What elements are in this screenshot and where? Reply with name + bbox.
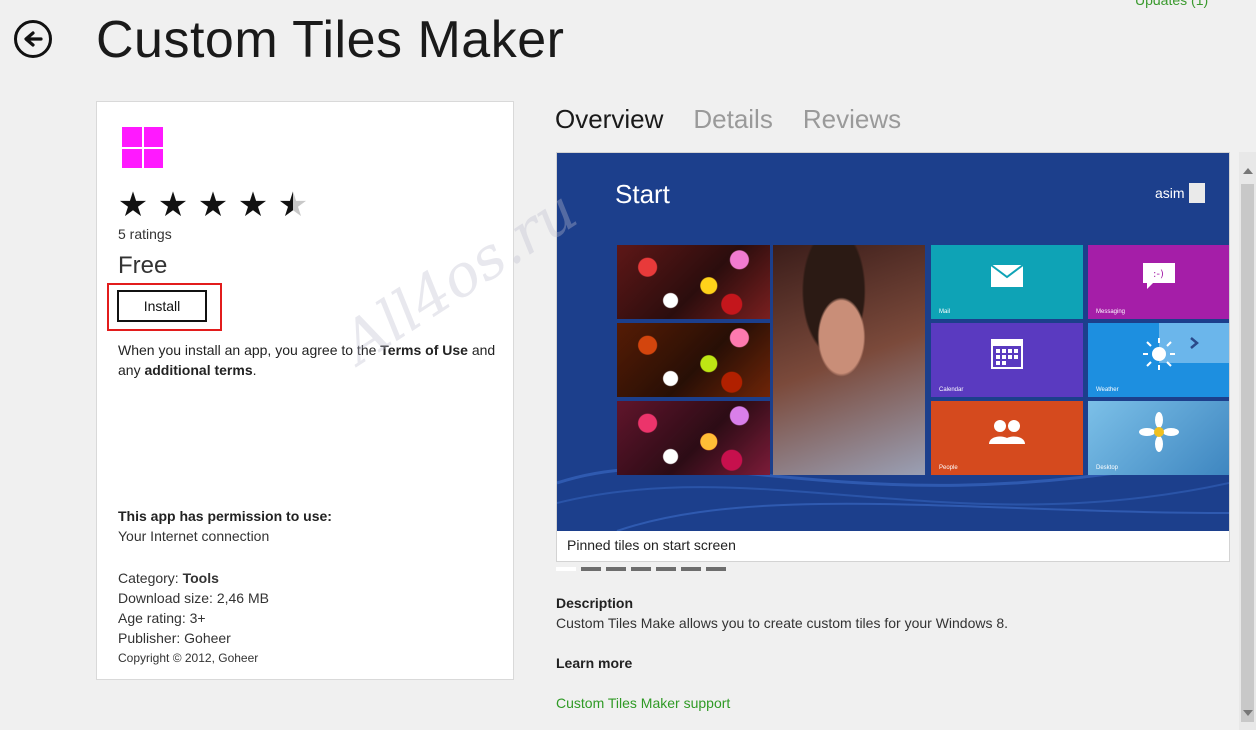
tile-label: Mail <box>939 309 951 315</box>
messaging-icon: :-) <box>1142 263 1175 290</box>
tile-mail: Mail <box>931 245 1083 319</box>
pager-dot[interactable] <box>681 567 701 571</box>
photo-tile-flowers <box>617 245 770 319</box>
category-label: Category: <box>118 570 183 586</box>
description-heading: Description <box>556 595 634 611</box>
star-rating: ★ ★ ★ ★ ★ <box>117 186 309 224</box>
scrollbar-thumb[interactable] <box>1241 184 1254 722</box>
page-title: Custom Tiles Maker <box>96 11 565 69</box>
pager-dot[interactable] <box>606 567 626 571</box>
calendar-icon <box>991 339 1023 370</box>
scroll-down-icon[interactable] <box>1243 710 1253 716</box>
tab-overview[interactable]: Overview <box>555 104 663 135</box>
tab-bar: Overview Details Reviews <box>555 104 901 135</box>
tab-details[interactable]: Details <box>693 104 772 135</box>
pager-dot[interactable] <box>581 567 601 571</box>
terms-of-use-link[interactable]: Terms of Use <box>380 342 468 358</box>
people-icon <box>989 420 1025 445</box>
screenshot-pager <box>556 567 726 571</box>
tile-label: People <box>939 465 958 471</box>
scroll-up-icon[interactable] <box>1243 168 1253 174</box>
tile-messaging: :-) Messaging <box>1088 245 1229 319</box>
category-value: Tools <box>182 570 219 586</box>
category-row: Category: Tools <box>118 568 269 588</box>
mail-icon <box>990 264 1024 288</box>
price-label: Free <box>118 252 168 279</box>
app-info-card: ★ ★ ★ ★ ★ 5 ratings Free Install When yo… <box>96 101 514 680</box>
tile-calendar: Calendar <box>931 323 1083 397</box>
vertical-scrollbar[interactable] <box>1239 152 1256 730</box>
terms-suffix: . <box>252 362 257 378</box>
install-button[interactable]: Install <box>117 290 207 322</box>
publisher: Publisher: Goheer <box>118 630 231 646</box>
support-link[interactable]: Custom Tiles Maker support <box>556 695 730 711</box>
pager-dot[interactable] <box>631 567 651 571</box>
star-full-icon: ★ <box>157 186 189 224</box>
tile-label: Messaging <box>1096 309 1126 315</box>
pager-dot[interactable] <box>656 567 676 571</box>
app-screenshot: Start asim Mail :-) Messaging Calendar W… <box>557 153 1229 531</box>
photo-tile-flowers <box>617 323 770 397</box>
star-full-icon: ★ <box>117 186 149 224</box>
terms-text: When you install an app, you agree to th… <box>118 340 508 380</box>
tile-label: Desktop <box>1096 465 1119 471</box>
tile-label: Weather <box>1096 387 1119 393</box>
photo-tile-portrait <box>773 245 925 475</box>
back-button[interactable] <box>14 20 52 58</box>
pager-dot[interactable] <box>556 567 576 571</box>
learn-more-heading: Learn more <box>556 655 633 671</box>
star-full-icon: ★ <box>197 186 229 224</box>
svg-text::-): :-) <box>1153 269 1164 280</box>
start-label: Start <box>615 179 670 209</box>
ratings-count: 5 ratings <box>118 226 172 242</box>
star-half-icon: ★ <box>277 186 309 224</box>
chevron-right-icon <box>1190 337 1199 349</box>
screenshot-caption: Pinned tiles on start screen <box>567 537 736 553</box>
permissions-heading: This app has permission to use: <box>118 508 332 524</box>
user-name: asim <box>1155 185 1185 201</box>
download-size: Download size: 2,46 MB <box>118 590 269 606</box>
pager-dot[interactable] <box>706 567 726 571</box>
tile-people: People <box>931 401 1083 475</box>
back-arrow-icon <box>24 31 43 47</box>
additional-terms-link[interactable]: additional terms <box>144 362 252 378</box>
screenshot-frame: Start asim Mail :-) Messaging Calendar W… <box>556 152 1230 562</box>
star-full-icon: ★ <box>237 186 269 224</box>
photo-tile-flowers <box>617 401 770 475</box>
user-avatar-icon <box>1189 183 1205 203</box>
terms-prefix: When you install an app, you agree to th… <box>118 342 381 358</box>
app-details: Category: Tools Download size: 2,46 MB A… <box>118 568 269 668</box>
age-rating: Age rating: 3+ <box>118 610 206 626</box>
daisy-icon <box>1138 412 1179 453</box>
next-screenshot-button[interactable] <box>1159 323 1229 363</box>
permission-item: Your Internet connection <box>118 528 270 544</box>
description-text: Custom Tiles Make allows you to create c… <box>556 615 1009 631</box>
tile-desktop: Desktop <box>1088 401 1229 475</box>
updates-link[interactable]: Updates (1) <box>1135 0 1208 8</box>
copyright: Copyright © 2012, Goheer <box>118 651 259 665</box>
tile-label: Calendar <box>939 387 964 393</box>
app-logo-icon <box>122 127 163 168</box>
tab-reviews[interactable]: Reviews <box>803 104 901 135</box>
